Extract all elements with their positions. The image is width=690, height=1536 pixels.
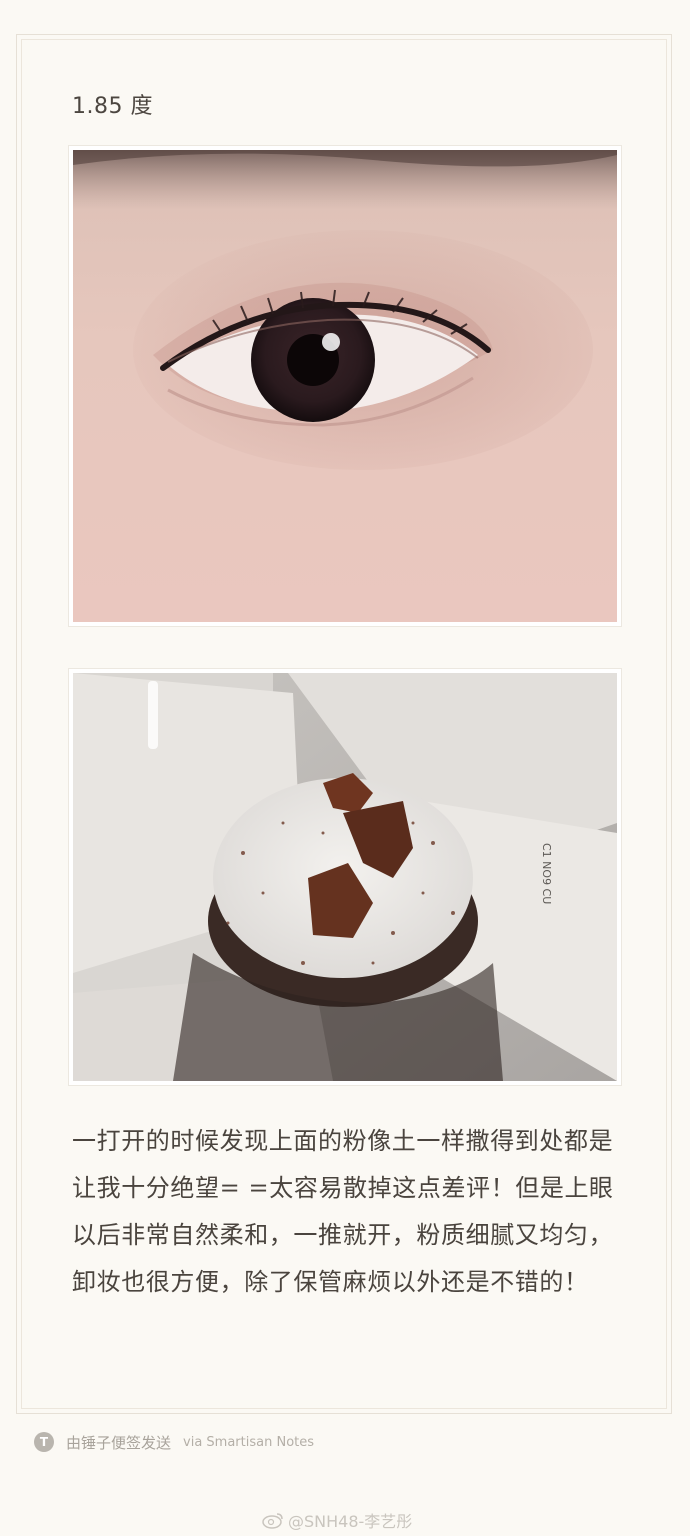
cushion-powder-image: C1 NO9 CU	[73, 673, 617, 1081]
note-body-text: 一打开的时候发现上面的粉像土一样撒得到处都是让我十分绝望= =太容易散掉这点差评…	[72, 1127, 614, 1296]
sent-by-label: 由锤子便签发送	[66, 1433, 172, 1452]
note-heading: 1.85 度	[72, 94, 153, 119]
smartisan-t-icon: T	[34, 1432, 54, 1452]
eye-makeup-image	[73, 150, 617, 622]
eye-makeup-photo	[68, 145, 622, 627]
via-label: via Smartisan Notes	[183, 1434, 315, 1450]
weibo-watermark: @SNH48-李艺彤	[262, 1508, 412, 1532]
weibo-logo-icon	[262, 1513, 283, 1529]
svg-text:C1 NO9 CU: C1 NO9 CU	[540, 843, 553, 904]
note-page: 1.85 度 C1 NO9 CU 一打开的时候发现上面的粉像土一样撒得到处都是让…	[0, 0, 690, 1536]
watermark-text: @SNH48-李艺彤	[288, 1512, 413, 1531]
eyeshadow-cushion-photo: C1 NO9 CU	[68, 668, 622, 1086]
note-footer: T 由锤子便签发送 via Smartisan Notes	[34, 1430, 314, 1454]
